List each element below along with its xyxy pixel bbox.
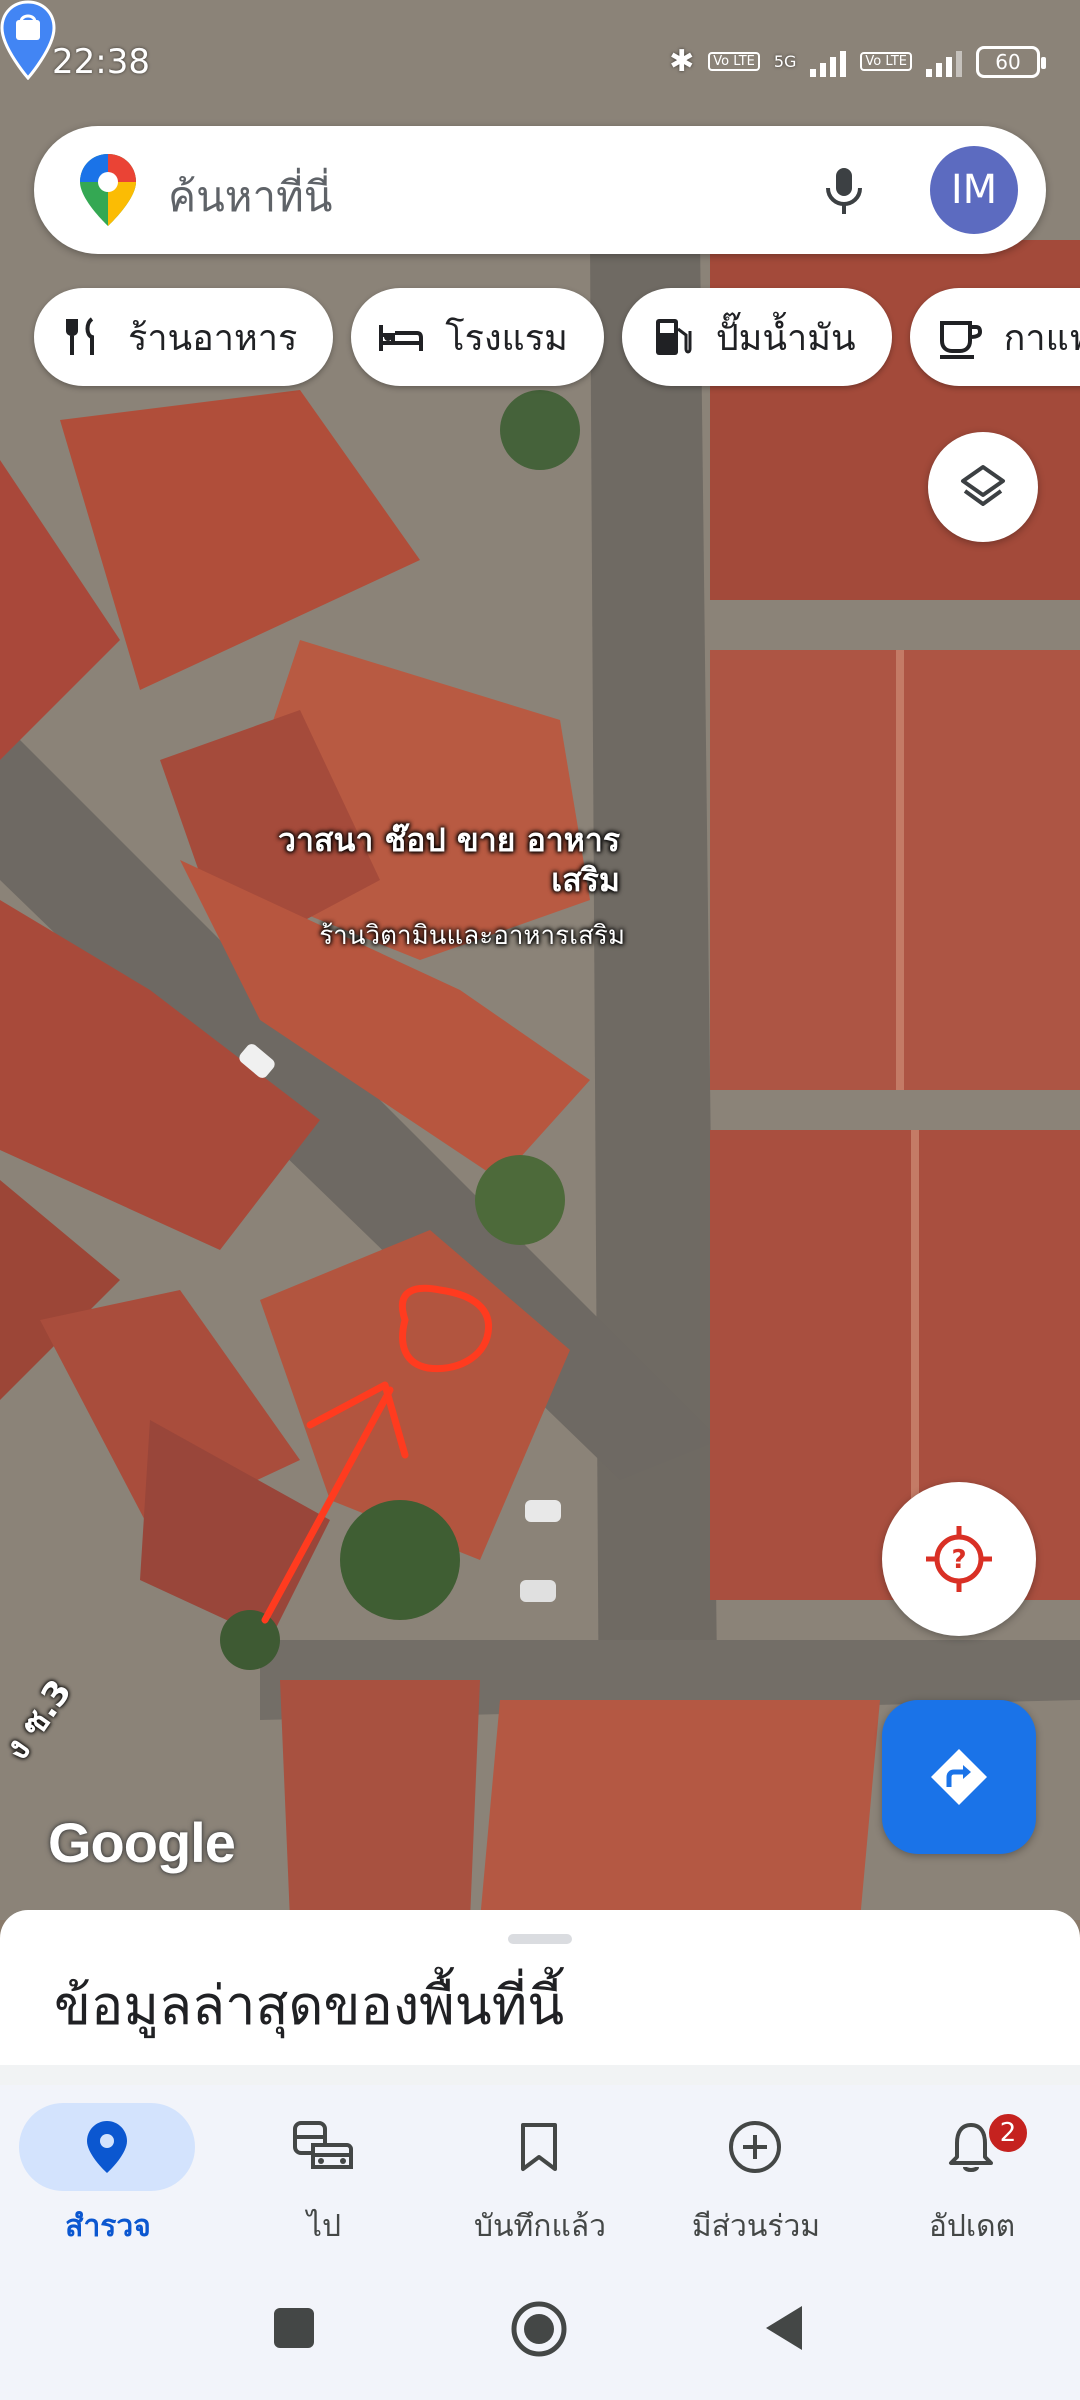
chip-label: ปั๊มน้ำมัน <box>715 317 856 359</box>
poi-name-label[interactable]: วาสนา ช๊อป ขาย อาหารเสริม <box>250 820 620 900</box>
battery-icon: 60 <box>976 45 1046 78</box>
nav-label: สำรวจ <box>65 2209 151 2244</box>
chip-label: โรงแรม <box>445 317 568 359</box>
restaurant-icon <box>66 317 94 355</box>
nav-label: ไป <box>306 2209 342 2244</box>
status-bar: 22:38 ✱ Vo LTE 5G Vo LTE 60 <box>0 0 1080 120</box>
coffee-icon <box>939 321 982 359</box>
chip-coffee[interactable]: กาแฟ <box>909 288 1080 386</box>
search-bar[interactable]: ค้นหาที่นี่ IM <box>34 126 1046 254</box>
nav-label: มีส่วนร่วม <box>691 2209 821 2244</box>
system-navigation-bar <box>0 2270 1080 2400</box>
location-unknown-icon: ? <box>926 1526 992 1592</box>
google-watermark: Google <box>48 1811 236 1874</box>
bookmark-icon <box>521 2123 557 2171</box>
nav-label: บันทึกแล้ว <box>473 2209 607 2244</box>
nav-go[interactable]: ไป <box>216 2103 432 2253</box>
search-input[interactable]: ค้นหาที่นี่ <box>168 164 332 230</box>
directions-icon <box>931 1749 987 1805</box>
signal-strength-icon-2 <box>926 47 962 77</box>
back-button[interactable] <box>762 2302 806 2354</box>
nav-saved[interactable]: บันทึกแล้ว <box>432 2103 648 2253</box>
bottom-sheet[interactable]: ข้อมูลล่าสุดของพื้นที่นี้ <box>0 1910 1080 2065</box>
chip-gas-stations[interactable]: ปั๊มน้ำมัน <box>621 288 892 386</box>
home-button[interactable] <box>510 2300 568 2358</box>
recent-apps-button[interactable] <box>272 2306 316 2350</box>
poi-category-label[interactable]: ร้านวิตามินและอาหารเสริม <box>250 920 625 953</box>
volte-badge-2: Vo LTE <box>860 52 912 71</box>
chip-label: ร้านอาหาร <box>128 317 298 359</box>
google-maps-logo-icon <box>80 154 136 226</box>
chip-hotels[interactable]: โรงแรม <box>351 288 604 386</box>
clock: 22:38 <box>52 42 150 82</box>
hotel-icon <box>379 325 424 351</box>
nav-label: อัปเดต <box>928 2209 1016 2244</box>
nav-updates[interactable]: 2 อัปเดต <box>864 2103 1080 2253</box>
gas-station-icon <box>655 319 692 355</box>
svg-text:?: ? <box>951 1545 966 1575</box>
volte-badge-1: Vo LTE <box>708 52 760 71</box>
layers-button[interactable] <box>928 432 1038 542</box>
sheet-drag-handle[interactable] <box>508 1934 572 1944</box>
contribute-icon <box>729 2121 781 2173</box>
sheet-title: ข้อมูลล่าสุดของพื้นที่นี้ <box>54 1974 565 2037</box>
microphone-icon[interactable] <box>812 158 876 222</box>
category-chips: ร้านอาหาร โรงแรม ปั๊มน้ำมัน กาแฟ <box>34 288 1080 386</box>
commute-icon <box>293 2121 353 2169</box>
account-avatar[interactable]: IM <box>930 146 1018 234</box>
sheet-divider <box>0 2065 1080 2085</box>
chip-restaurants[interactable]: ร้านอาหาร <box>34 288 334 386</box>
my-location-button[interactable]: ? <box>882 1482 1036 1636</box>
signal-strength-icon-1 <box>810 47 847 77</box>
layers-icon <box>961 465 1005 506</box>
notification-badge: 2 <box>986 2111 1030 2155</box>
chip-label: กาแฟ <box>1003 317 1080 359</box>
nav-explore[interactable]: สำรวจ <box>0 2103 216 2253</box>
directions-button[interactable] <box>882 1700 1036 1854</box>
nav-contribute[interactable]: มีส่วนร่วม <box>648 2103 864 2253</box>
status-icons: ✱ Vo LTE 5G Vo LTE 60 <box>669 44 1046 79</box>
explore-pin-icon <box>87 2121 127 2173</box>
bluetooth-icon: ✱ <box>669 44 695 79</box>
network-type: 5G <box>773 52 797 71</box>
